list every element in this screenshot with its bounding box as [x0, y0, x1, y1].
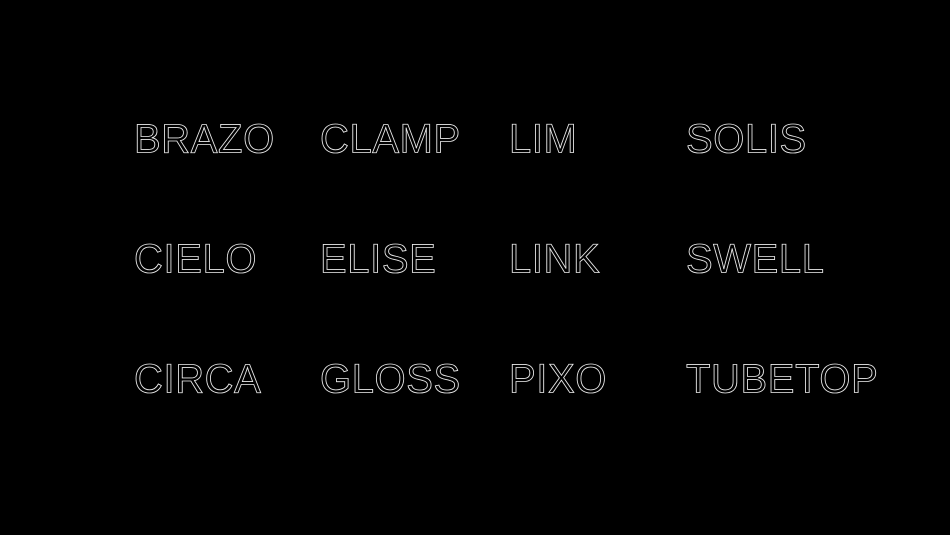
name-item-cielo[interactable]: CIELO — [134, 239, 257, 281]
name-item-link[interactable]: LINK — [509, 239, 601, 281]
name-item-elise[interactable]: ELISE — [320, 239, 437, 281]
name-item-solis[interactable]: SOLIS — [686, 119, 807, 161]
name-item-pixo[interactable]: PIXO — [509, 359, 607, 401]
name-item-swell[interactable]: SWELL — [686, 239, 825, 281]
name-item-circa[interactable]: CIRCA — [134, 359, 262, 401]
name-item-brazo[interactable]: BRAZO — [134, 119, 275, 161]
name-item-lim[interactable]: LIM — [509, 119, 578, 161]
name-item-tubetop[interactable]: TUBETOP — [686, 359, 879, 401]
name-grid: BRAZO CLAMP LIM SOLIS CIELO ELISE LINK S… — [134, 119, 879, 479]
name-item-gloss[interactable]: GLOSS — [320, 359, 461, 401]
name-grid-canvas: BRAZO CLAMP LIM SOLIS CIELO ELISE LINK S… — [0, 0, 950, 535]
name-item-clamp[interactable]: CLAMP — [320, 119, 461, 161]
